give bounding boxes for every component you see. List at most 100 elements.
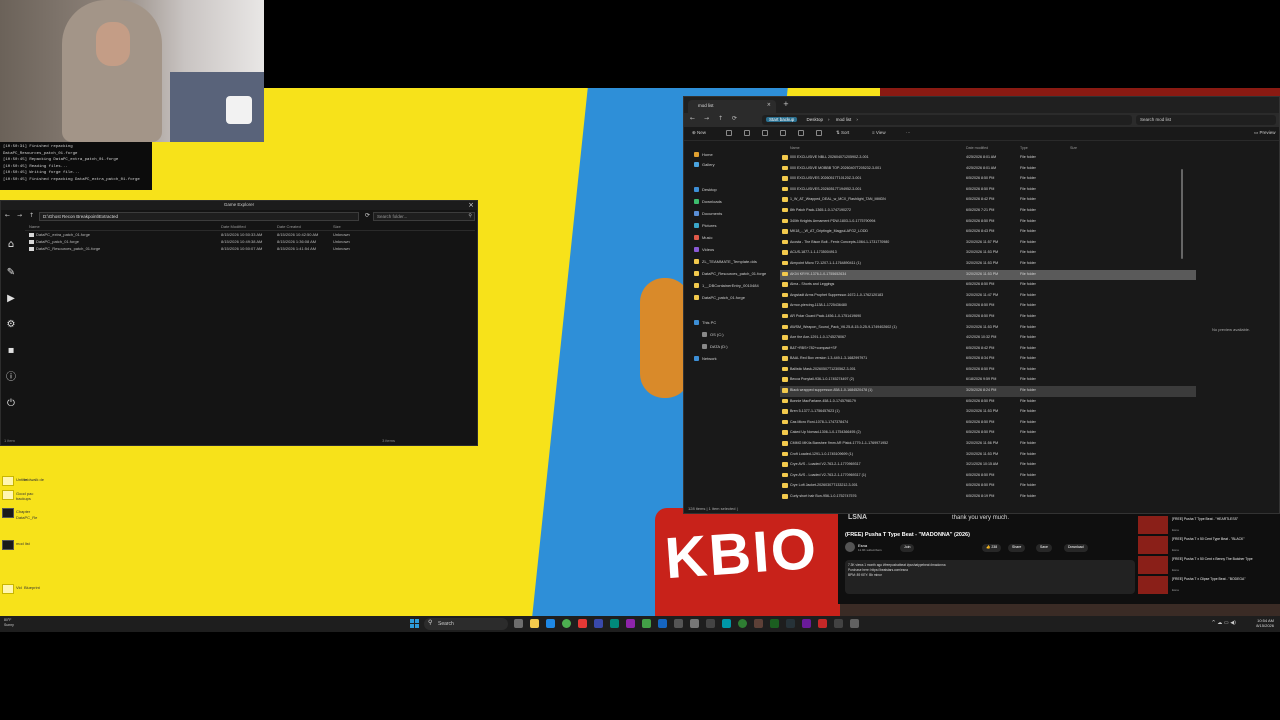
edit-icon[interactable]: ✎ (5, 267, 17, 279)
list-item[interactable]: Becca Ponytail-936-1-0-1745274497 (2) 6/1… (780, 375, 1196, 386)
app-icon[interactable] (674, 619, 683, 628)
nav-item[interactable]: Home (694, 152, 713, 160)
taskbar-search[interactable]: ⚲ Search (424, 618, 508, 630)
search-input[interactable]: Search folder... ⚲ (373, 212, 475, 221)
nav-item[interactable]: 1__DBContainerEntry_0010484 (694, 283, 759, 291)
table-row[interactable]: DataPC_extra_patch_01.forge 8/15/2026 10… (25, 231, 475, 238)
desktop-icon-good-pack[interactable]: Good pac backups (2, 490, 44, 508)
video-description[interactable]: 7.3K views 1 month ago #freepushatbeat #… (845, 560, 1135, 594)
list-item[interactable]: 000 EXCLUSIVES 20260517T10120Z-3-001 6/5/… (780, 174, 1196, 185)
breadcrumb[interactable]: Start backup Desktop › mod list › (762, 115, 1132, 125)
column-date-created[interactable]: Date Created (277, 224, 301, 229)
list-item[interactable]: Angstadt Arms Prophet Suppressor-1672-1-… (780, 291, 1196, 302)
clock[interactable]: 10:54 AM 8/15/2026 (1256, 618, 1274, 628)
toolbox-icon[interactable]: ▪ (5, 345, 17, 357)
column-name[interactable]: Name (29, 224, 40, 229)
nav-item[interactable]: Music (694, 235, 712, 243)
app-icon[interactable] (706, 619, 715, 628)
list-item[interactable]: 340th Knights Armament PDW-1803-1-0-1775… (780, 217, 1196, 228)
more-button[interactable]: ··· (906, 130, 911, 135)
app-icon[interactable] (626, 619, 635, 628)
up-arrow-icon[interactable]: ↑ (718, 115, 723, 122)
desktop-icon-chapter[interactable]: Chapter DataPC_Re (2, 508, 44, 526)
tab-mod-list[interactable]: mod list × (688, 100, 776, 113)
app-icon[interactable] (610, 619, 619, 628)
info-icon[interactable]: ⓘ (5, 372, 17, 384)
nav-item[interactable]: This PC (694, 320, 716, 328)
nav-item[interactable]: Gallery (694, 162, 715, 170)
app-icon[interactable] (850, 619, 859, 628)
paste-icon[interactable] (762, 130, 768, 136)
column-date-modified[interactable]: Date modified (966, 146, 988, 150)
list-item[interactable]: Aimpoint Micro T2-1207-1-1-1764890411 (1… (780, 259, 1196, 270)
list-item[interactable]: Bonnie MacFarlane-458-1-0-1745798179 6/5/… (780, 397, 1196, 408)
list-item[interactable]: AR Polar Guard Pack-1456-1-0-1751419690 6… (780, 312, 1196, 323)
cut-icon[interactable] (726, 130, 732, 136)
list-item[interactable]: Bren 5-1377-1-1756457623 (1) 3/20/2026 11… (780, 407, 1196, 418)
join-button[interactable]: Join (900, 544, 915, 552)
app-icon[interactable] (802, 619, 811, 628)
new-button[interactable]: ⊕ New (692, 130, 706, 136)
app-icon[interactable] (754, 619, 763, 628)
app-icon[interactable] (786, 619, 795, 628)
nav-item[interactable]: Network (694, 356, 717, 364)
nav-item[interactable]: Videos (694, 247, 714, 255)
play-icon[interactable]: ▶ (5, 293, 17, 305)
home-icon[interactable]: ⌂ (5, 239, 17, 251)
list-item[interactable]: Armor-piercing-1138-1-1725436480 6/5/2026… (780, 301, 1196, 312)
list-item[interactable]: Alma - Shorts and Leggings 6/5/2026 8:50 … (780, 280, 1196, 291)
forward-arrow-icon[interactable]: → (704, 115, 709, 122)
file-explorer-icon[interactable] (530, 619, 539, 628)
desktop-icon-mod-list[interactable]: mod list (2, 540, 44, 558)
list-item[interactable]: Curly short hair Bun-956-1-0-1752747576 6… (780, 492, 1196, 503)
windows-start-icon[interactable] (410, 619, 419, 628)
search-input[interactable]: Search mod list (1136, 115, 1276, 125)
refresh-icon[interactable]: ⟳ (365, 212, 370, 219)
list-item[interactable]: Acosta - The Bison Bolt - Fenix Concepts… (780, 238, 1196, 249)
close-icon[interactable]: × (468, 201, 474, 209)
column-type[interactable]: Type (1020, 146, 1028, 150)
list-item[interactable]: 000 EXCLUSIVE MOBBB TOP-20260407T205232-… (780, 164, 1196, 175)
task-view-icon[interactable] (514, 619, 523, 628)
list-item[interactable]: Crye AVS - Loaded V2-763-2-1-1770969317 … (780, 471, 1196, 482)
recommended-video[interactable]: [FREE] Pusha T x 50 Cent Type Beat - "BL… (1138, 536, 1278, 556)
list-item[interactable]: Crye AVS - Loaded V2-763-2-1-1770969317 3… (780, 460, 1196, 471)
save-button[interactable]: Save (1036, 544, 1052, 552)
recommended-video[interactable]: [FREE] Pusha T x Clipse Type Beat - "BOD… (1138, 576, 1278, 596)
up-arrow-icon[interactable]: ↑ (29, 212, 34, 219)
column-name[interactable]: Name (790, 146, 800, 150)
table-row[interactable]: DataPC_Resources_patch_01.forge 8/15/202… (25, 245, 475, 252)
app-icon[interactable] (834, 619, 843, 628)
like-button[interactable]: 👍 238 (982, 544, 1002, 552)
nav-item[interactable]: Documents (694, 211, 722, 219)
nav-item[interactable]: Downloads (694, 199, 722, 207)
view-button[interactable]: ≡ View (872, 130, 886, 135)
path-input[interactable]: D:\Ghost Recon Breakpoint\Extracted (39, 212, 359, 221)
app-icon[interactable] (722, 619, 731, 628)
system-tray-icons[interactable]: ^ ☁ ▭ ◀) (1212, 620, 1236, 626)
list-item[interactable]: 1_W_AT_Wrapped_DEAL_w_MCX_Flashlight_TAN… (780, 195, 1196, 206)
list-item[interactable]: Ballistic Mask-20260507T123056Z-3-001 6/5… (780, 365, 1196, 376)
nav-item[interactable]: DataPC_Resources_patch_01.forge (694, 271, 766, 279)
copy-icon[interactable] (744, 130, 750, 136)
avatar[interactable] (845, 542, 855, 552)
add-tab-icon[interactable]: + (783, 100, 789, 108)
share-button[interactable]: Share (1008, 544, 1026, 552)
recommended-video[interactable]: [FREE] Pusha T Type Beat - "HEARTLESS" E… (1138, 516, 1278, 536)
breadcrumb-desktop[interactable]: Desktop (807, 117, 824, 122)
breadcrumb-mod-list[interactable]: mod list (836, 117, 852, 122)
list-item[interactable]: CMMG MK4s Banshee 9mm AR Pistol-1779-1-1… (780, 439, 1196, 450)
list-item[interactable]: Caked Up Nomad-1306-1-0-1754366495 (2) 6/… (780, 428, 1196, 439)
list-item[interactable]: Croft Loaded-1291-1-0-1745109699 (1) 3/20… (780, 450, 1196, 461)
list-item[interactable]: AWSM_Weapon_Sound_Pack_V6.25-8-15-0-25-9… (780, 323, 1196, 334)
list-item[interactable]: Cas Micro Roni-1078-1-1747378474 6/5/2026… (780, 418, 1196, 429)
refresh-icon[interactable]: ⟳ (732, 115, 737, 122)
list-item[interactable]: 000 EXCLUSIVE NBLL 20260407120590Z-3-001… (780, 153, 1196, 164)
list-item[interactable]: Axe the Axe-1291-1-0-1745278067 4/2/2026 … (780, 333, 1196, 344)
weather-widget[interactable]: 80°F Sunny (4, 618, 14, 628)
rename-icon[interactable] (780, 130, 786, 136)
column-date-modified[interactable]: Date Modified (221, 224, 246, 229)
app-icon[interactable] (690, 619, 699, 628)
chrome-icon[interactable] (562, 619, 571, 628)
forward-arrow-icon[interactable]: → (17, 212, 22, 219)
